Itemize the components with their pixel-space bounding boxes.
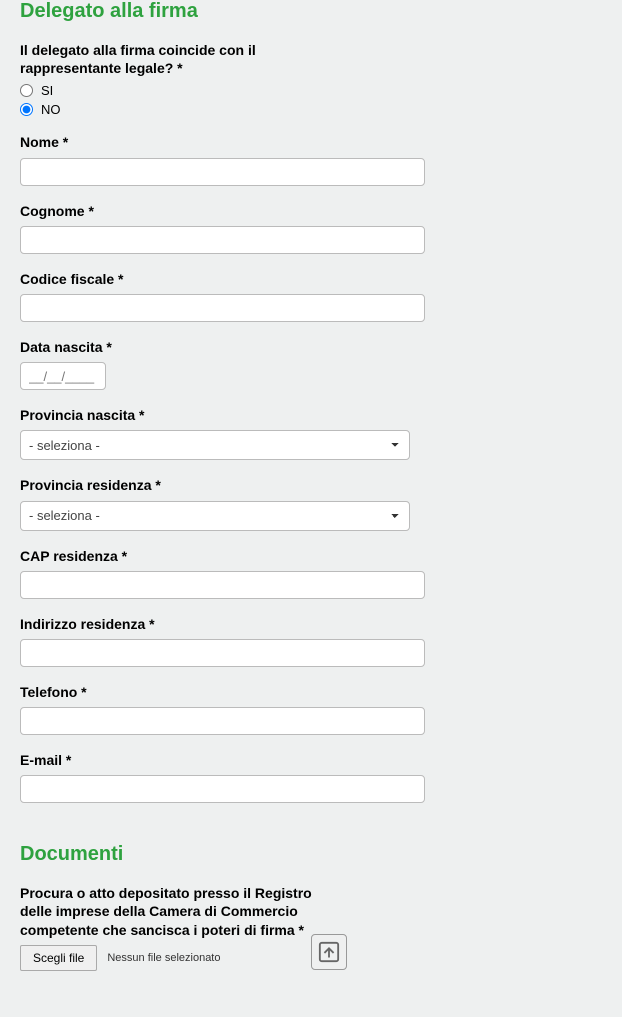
field-codice-fiscale: Codice fiscale * [20, 270, 602, 322]
label-cognome: Cognome * [20, 202, 320, 220]
input-cap-residenza[interactable] [20, 571, 425, 599]
field-cognome: Cognome * [20, 202, 602, 254]
radio-no[interactable] [20, 103, 33, 116]
file-choose-button[interactable]: Scegli file [20, 945, 97, 971]
section-title-documenti: Documenti [20, 843, 602, 866]
label-data-nascita: Data nascita * [20, 338, 320, 356]
select-provincia-residenza[interactable]: - seleziona - [20, 501, 410, 531]
field-coincide: Il delegato alla firma coincide con il r… [20, 41, 602, 117]
field-nome: Nome * [20, 133, 602, 185]
input-indirizzo-residenza[interactable] [20, 639, 425, 667]
field-indirizzo-residenza: Indirizzo residenza * [20, 615, 602, 667]
label-coincide: Il delegato alla firma coincide con il r… [20, 41, 320, 77]
label-provincia-nascita: Provincia nascita * [20, 406, 320, 424]
radio-no-label: NO [41, 102, 61, 117]
arrow-up-icon [318, 941, 340, 963]
input-nome[interactable] [20, 158, 425, 186]
scroll-top-button[interactable] [311, 934, 347, 970]
field-email: E-mail * [20, 751, 602, 803]
radio-row-no: NO [20, 102, 602, 117]
field-telefono: Telefono * [20, 683, 602, 735]
label-procura: Procura o atto depositato presso il Regi… [20, 884, 320, 939]
field-provincia-residenza: Provincia residenza * - seleziona - [20, 476, 602, 530]
input-telefono[interactable] [20, 707, 425, 735]
label-codice-fiscale: Codice fiscale * [20, 270, 320, 288]
field-provincia-nascita: Provincia nascita * - seleziona - [20, 406, 602, 460]
section-title-delegato: Delegato alla firma [20, 0, 602, 23]
label-telefono: Telefono * [20, 683, 320, 701]
select-provincia-nascita[interactable]: - seleziona - [20, 430, 410, 460]
label-provincia-residenza: Provincia residenza * [20, 476, 320, 494]
radio-si-label: SI [41, 83, 53, 98]
label-cap-residenza: CAP residenza * [20, 547, 320, 565]
radio-si[interactable] [20, 84, 33, 97]
label-nome: Nome * [20, 133, 320, 151]
input-codice-fiscale[interactable] [20, 294, 425, 322]
field-cap-residenza: CAP residenza * [20, 547, 602, 599]
input-cognome[interactable] [20, 226, 425, 254]
field-data-nascita: Data nascita * [20, 338, 602, 390]
input-email[interactable] [20, 775, 425, 803]
label-indirizzo-residenza: Indirizzo residenza * [20, 615, 320, 633]
file-status-text: Nessun file selezionato [107, 952, 220, 964]
radio-row-si: SI [20, 83, 602, 98]
input-data-nascita[interactable] [20, 362, 106, 390]
label-email: E-mail * [20, 751, 320, 769]
